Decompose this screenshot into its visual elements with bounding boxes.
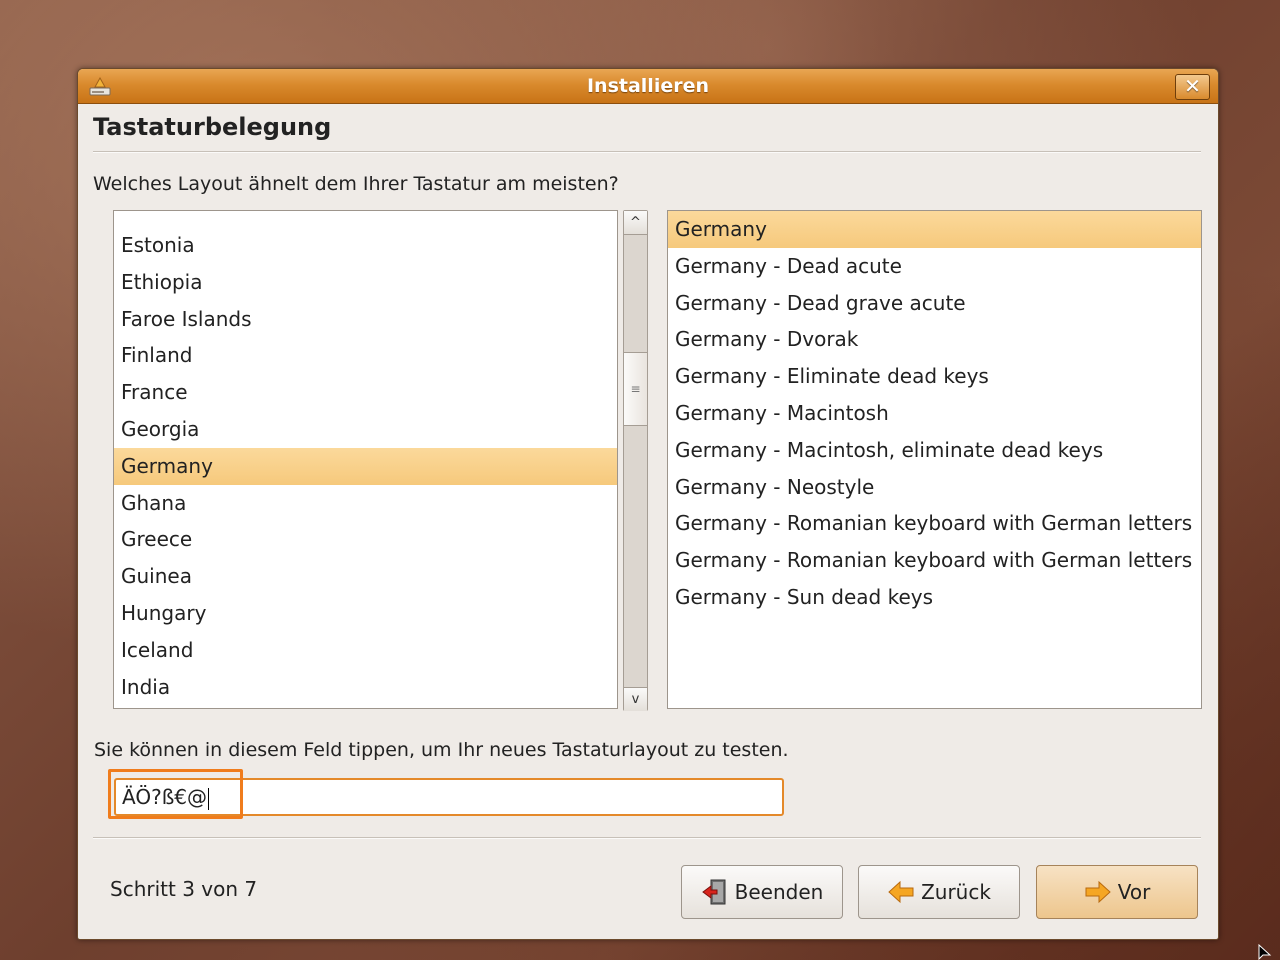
layout-question: Welches Layout ähnelt dem Ihrer Tastatur… [93,173,619,195]
close-icon: ✕ [1184,74,1201,98]
variant-item[interactable]: Germany - Dead grave acute [668,285,1201,322]
mouse-cursor-icon [1258,944,1272,960]
back-label: Zurück [921,880,991,904]
country-item[interactable]: France [114,374,617,411]
country-item[interactable]: Georgia [114,411,617,448]
page-title: Tastaturbelegung [93,113,332,141]
variant-item[interactable]: Germany - Romanian keyboard with German … [668,542,1201,579]
quit-button[interactable]: Beenden [681,865,843,919]
variant-item[interactable]: Germany - Dvorak [668,321,1201,358]
country-item[interactable]: Hungary [114,595,617,632]
arrow-right-icon [1085,880,1111,904]
exit-door-icon [701,879,726,905]
quit-label: Beenden [734,880,824,904]
country-list[interactable]: Estonia Ethiopia Faroe Islands Finland Franc… [113,210,618,709]
installer-window: Installieren ✕ Tastaturbelegung Welches … [77,68,1219,940]
scroll-thumb[interactable]: ≡ [624,352,647,426]
country-item[interactable]: Finland [114,337,617,374]
title-bar[interactable]: Installieren ✕ [78,69,1218,104]
focus-highlight [108,769,243,819]
step-indicator: Schritt 3 von 7 [110,877,258,901]
scroll-up-button[interactable]: ^ [624,211,647,235]
forward-label: Vor [1117,880,1151,904]
variant-list[interactable]: Germany Germany - Dead acute Germany - Dea… [667,210,1202,709]
close-button[interactable]: ✕ [1175,74,1210,100]
chevron-up-icon: ^ [630,215,641,230]
variant-item[interactable]: Germany - Macintosh, eliminate dead keys [668,432,1201,469]
country-item[interactable]: Iceland [114,632,617,669]
country-item[interactable]: Germany [114,447,617,485]
country-list-scrollbar[interactable]: ^ ≡ v [623,210,648,711]
variant-item[interactable]: Germany - Sun dead keys [668,579,1201,616]
variant-item[interactable]: Germany - Dead acute [668,248,1201,285]
country-item[interactable]: Ethiopia [114,264,617,301]
chevron-down-icon: v [631,692,640,707]
variant-item[interactable]: Germany [668,211,1201,248]
variant-item[interactable]: Germany - Romanian keyboard with German … [668,505,1201,542]
variant-item[interactable]: Germany - Neostyle [668,469,1201,506]
country-item[interactable]: India [114,669,617,706]
variant-item[interactable]: Germany - Macintosh [668,395,1201,432]
country-item[interactable]: Ghana [114,485,617,522]
country-item[interactable]: Faroe Islands [114,301,617,338]
header-separator [93,151,1201,153]
back-button[interactable]: Zurück [858,865,1020,919]
arrow-left-icon [888,880,914,904]
grip-icon: ≡ [630,382,641,396]
test-hint: Sie können in diesem Feld tippen, um Ihr… [94,739,789,761]
scroll-down-button[interactable]: v [624,687,647,711]
country-item[interactable]: Greece [114,521,617,558]
country-item[interactable]: Estonia [114,227,617,264]
window-title: Installieren [586,75,709,97]
forward-button[interactable]: Vor [1036,865,1198,919]
country-item[interactable]: Guinea [114,558,617,595]
variant-item[interactable]: Germany - Eliminate dead keys [668,358,1201,395]
footer-separator [93,837,1201,839]
